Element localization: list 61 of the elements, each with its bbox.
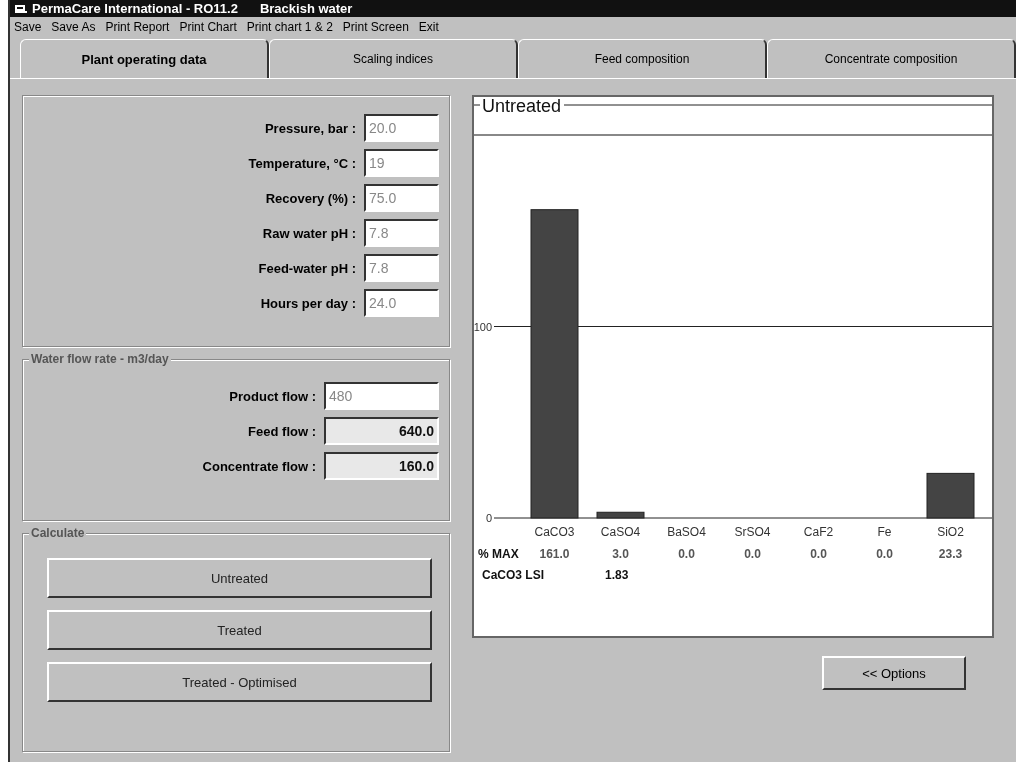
window-title: PermaCare International - RO11.2 [32, 1, 238, 16]
field-label: Temperature, °C : [248, 155, 356, 171]
input-field[interactable]: 7.8 [364, 254, 439, 282]
window-subtitle: Brackish water [259, 1, 353, 16]
input-field[interactable]: 20.0 [364, 114, 439, 142]
menu-item[interactable]: Exit [418, 19, 439, 34]
category-label: BaSO4 [667, 525, 706, 539]
input-field[interactable]: 480 [324, 382, 439, 410]
max-value: 0.0 [744, 547, 761, 561]
input-field[interactable]: 19 [364, 149, 439, 177]
options-button[interactable]: << Options [822, 656, 966, 690]
menu-item[interactable]: Save [14, 19, 42, 34]
max-value: 161.0 [539, 547, 570, 561]
input-field[interactable]: 75.0 [364, 184, 439, 212]
chart-title: Untreated [482, 97, 562, 116]
y-tick: 100 [474, 320, 501, 333]
menu-item[interactable]: Print chart 1 & 2 [246, 19, 333, 34]
calculate-button[interactable]: Treated - Optimised [47, 662, 432, 702]
field-label: Feed-water pH : [258, 260, 356, 276]
menu-item[interactable]: Save As [51, 19, 96, 34]
lsi-value: 1.83 [605, 568, 629, 582]
field-label: Feed flow : [248, 423, 316, 439]
menu-item[interactable]: Print Report [105, 19, 170, 34]
category-label: SrSO4 [734, 525, 771, 539]
max-value: 0.0 [678, 547, 695, 561]
bar [926, 472, 975, 519]
lsi-label: CaCO3 LSI [482, 568, 544, 582]
category-label: CaF2 [803, 525, 834, 539]
menu-item[interactable]: Print Screen [342, 19, 409, 34]
y-tick-label: 100 [473, 320, 492, 333]
input-field[interactable]: 160.0 [324, 452, 439, 480]
group-title: Water flow rate - m3/day [29, 352, 171, 366]
calculate-button[interactable]: Untreated [47, 558, 432, 598]
tab[interactable]: Plant operating data [20, 39, 269, 79]
max-value: 23.3 [938, 547, 963, 561]
category-label: CaSO4 [600, 525, 641, 539]
field-label: Raw water pH : [262, 225, 356, 241]
max-label: % MAX [478, 547, 519, 561]
category-label: SiO2 [937, 525, 964, 539]
field-label: Pressure, bar : [264, 120, 356, 136]
y-tick-label: 0 [485, 512, 492, 524]
tab[interactable]: Concentrate composition [767, 39, 1016, 79]
y-tick: 0 [485, 512, 501, 524]
bar [596, 511, 645, 519]
max-value: 0.0 [810, 547, 827, 561]
field-label: Recovery (%) : [265, 190, 356, 206]
input-field[interactable]: 7.8 [364, 219, 439, 247]
tab[interactable]: Scaling indices [269, 39, 518, 79]
field-label: Concentrate flow : [202, 458, 316, 474]
max-value: 3.0 [612, 547, 629, 561]
menu-item[interactable]: Print Chart [179, 19, 237, 34]
field-label: Hours per day : [260, 295, 356, 311]
field-label: Product flow : [229, 388, 316, 404]
input-field[interactable]: 24.0 [364, 289, 439, 317]
calculate-button[interactable]: Treated [47, 610, 432, 650]
group-title: Calculate [29, 526, 87, 540]
max-value: 0.0 [876, 547, 893, 561]
input-field[interactable]: 640.0 [324, 417, 439, 445]
category-label: CaCO3 [534, 525, 575, 539]
category-label: Fe [877, 525, 892, 539]
tab[interactable]: Feed composition [518, 39, 767, 79]
